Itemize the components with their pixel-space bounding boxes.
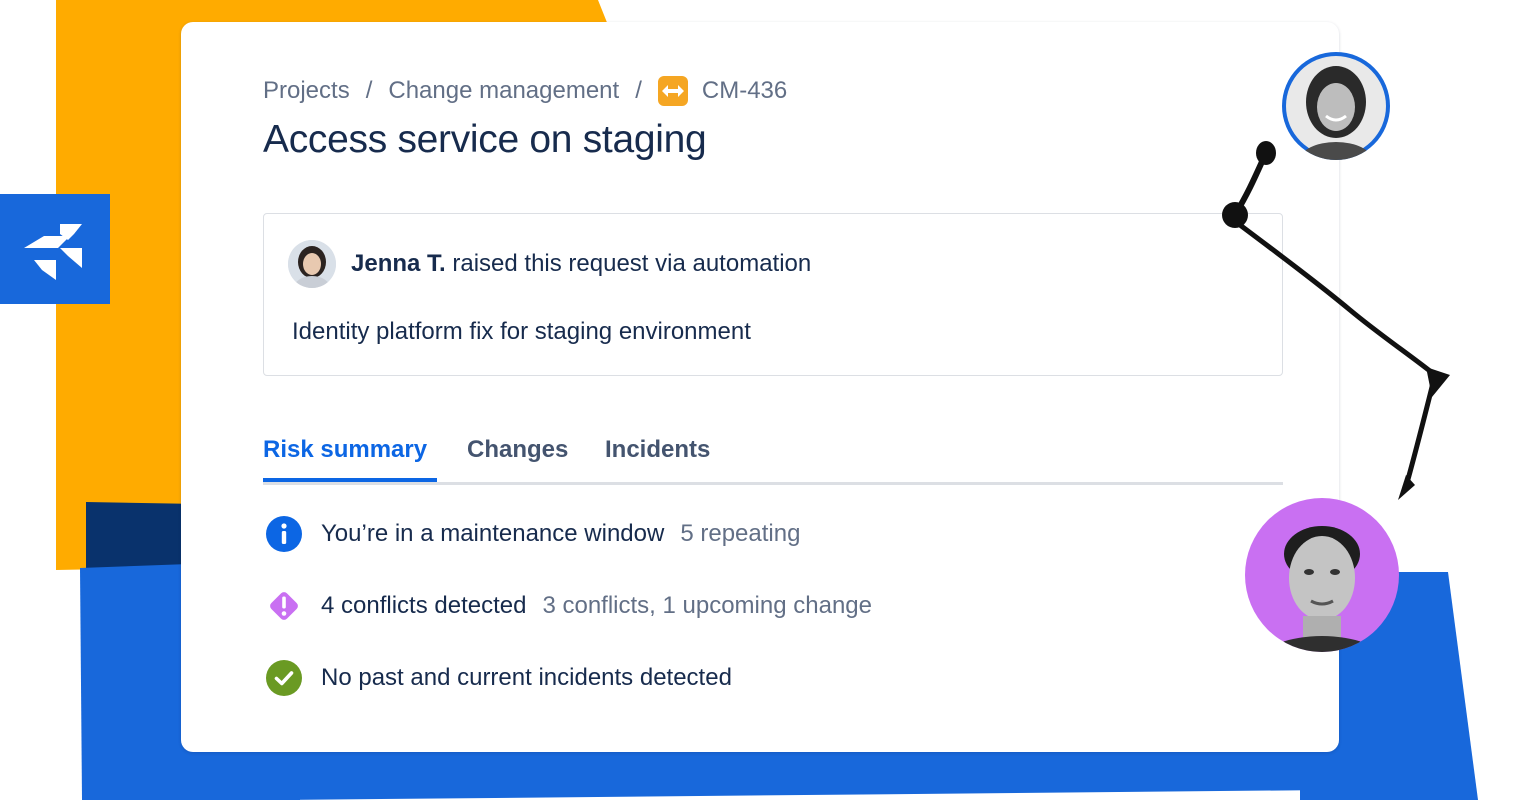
risk-item-text: No past and current incidents detected	[321, 664, 732, 691]
issue-card: Projects / Change management / CM-436 Ac…	[181, 22, 1339, 752]
breadcrumb-separator: /	[365, 77, 373, 104]
check-circle-icon	[265, 659, 303, 697]
page-title: Access service on staging	[263, 118, 707, 161]
risk-item-detail: 3 conflicts, 1 upcoming change	[542, 592, 872, 619]
connector-doodle	[1222, 141, 1450, 500]
avatar[interactable]	[1245, 498, 1399, 652]
request-action: raised this request via automation	[445, 250, 812, 277]
request-box: Jenna T. raised this request via automat…	[263, 213, 1283, 376]
breadcrumb-issue-key[interactable]: CM-436	[702, 77, 787, 105]
jira-service-management-icon	[24, 224, 82, 280]
warning-diamond-icon	[265, 587, 303, 625]
request-author[interactable]: Jenna T.	[351, 250, 446, 277]
tab-bar: Risk summary Changes Incidents	[263, 434, 1283, 485]
breadcrumb-projects[interactable]: Projects	[263, 77, 350, 105]
avatar[interactable]	[1282, 52, 1390, 160]
risk-item-conflicts: 4 conflicts detected 3 conflicts, 1 upco…	[265, 586, 872, 626]
risk-item-incidents: No past and current incidents detected	[265, 658, 732, 698]
info-icon	[265, 515, 303, 553]
risk-item-maintenance: You’re in a maintenance window 5 repeati…	[265, 514, 800, 554]
change-arrows-icon	[657, 76, 688, 106]
risk-item-text: You’re in a maintenance window	[321, 520, 665, 547]
tab-risk-summary[interactable]: Risk summary	[263, 436, 427, 464]
tab-changes[interactable]: Changes	[467, 436, 568, 464]
breadcrumb: Projects / Change management / CM-436	[263, 74, 787, 108]
jira-logo-tile	[0, 194, 110, 304]
avatar[interactable]	[288, 240, 336, 288]
tab-incidents[interactable]: Incidents	[605, 436, 710, 464]
active-tab-indicator	[263, 478, 437, 482]
breadcrumb-change-management[interactable]: Change management	[388, 77, 619, 105]
risk-item-text: 4 conflicts detected	[321, 592, 527, 619]
request-author-line: Jenna T. raised this request via automat…	[351, 250, 811, 278]
risk-item-detail: 5 repeating	[680, 520, 801, 547]
request-description: Identity platform fix for staging enviro…	[292, 318, 751, 345]
breadcrumb-separator: /	[635, 77, 642, 104]
